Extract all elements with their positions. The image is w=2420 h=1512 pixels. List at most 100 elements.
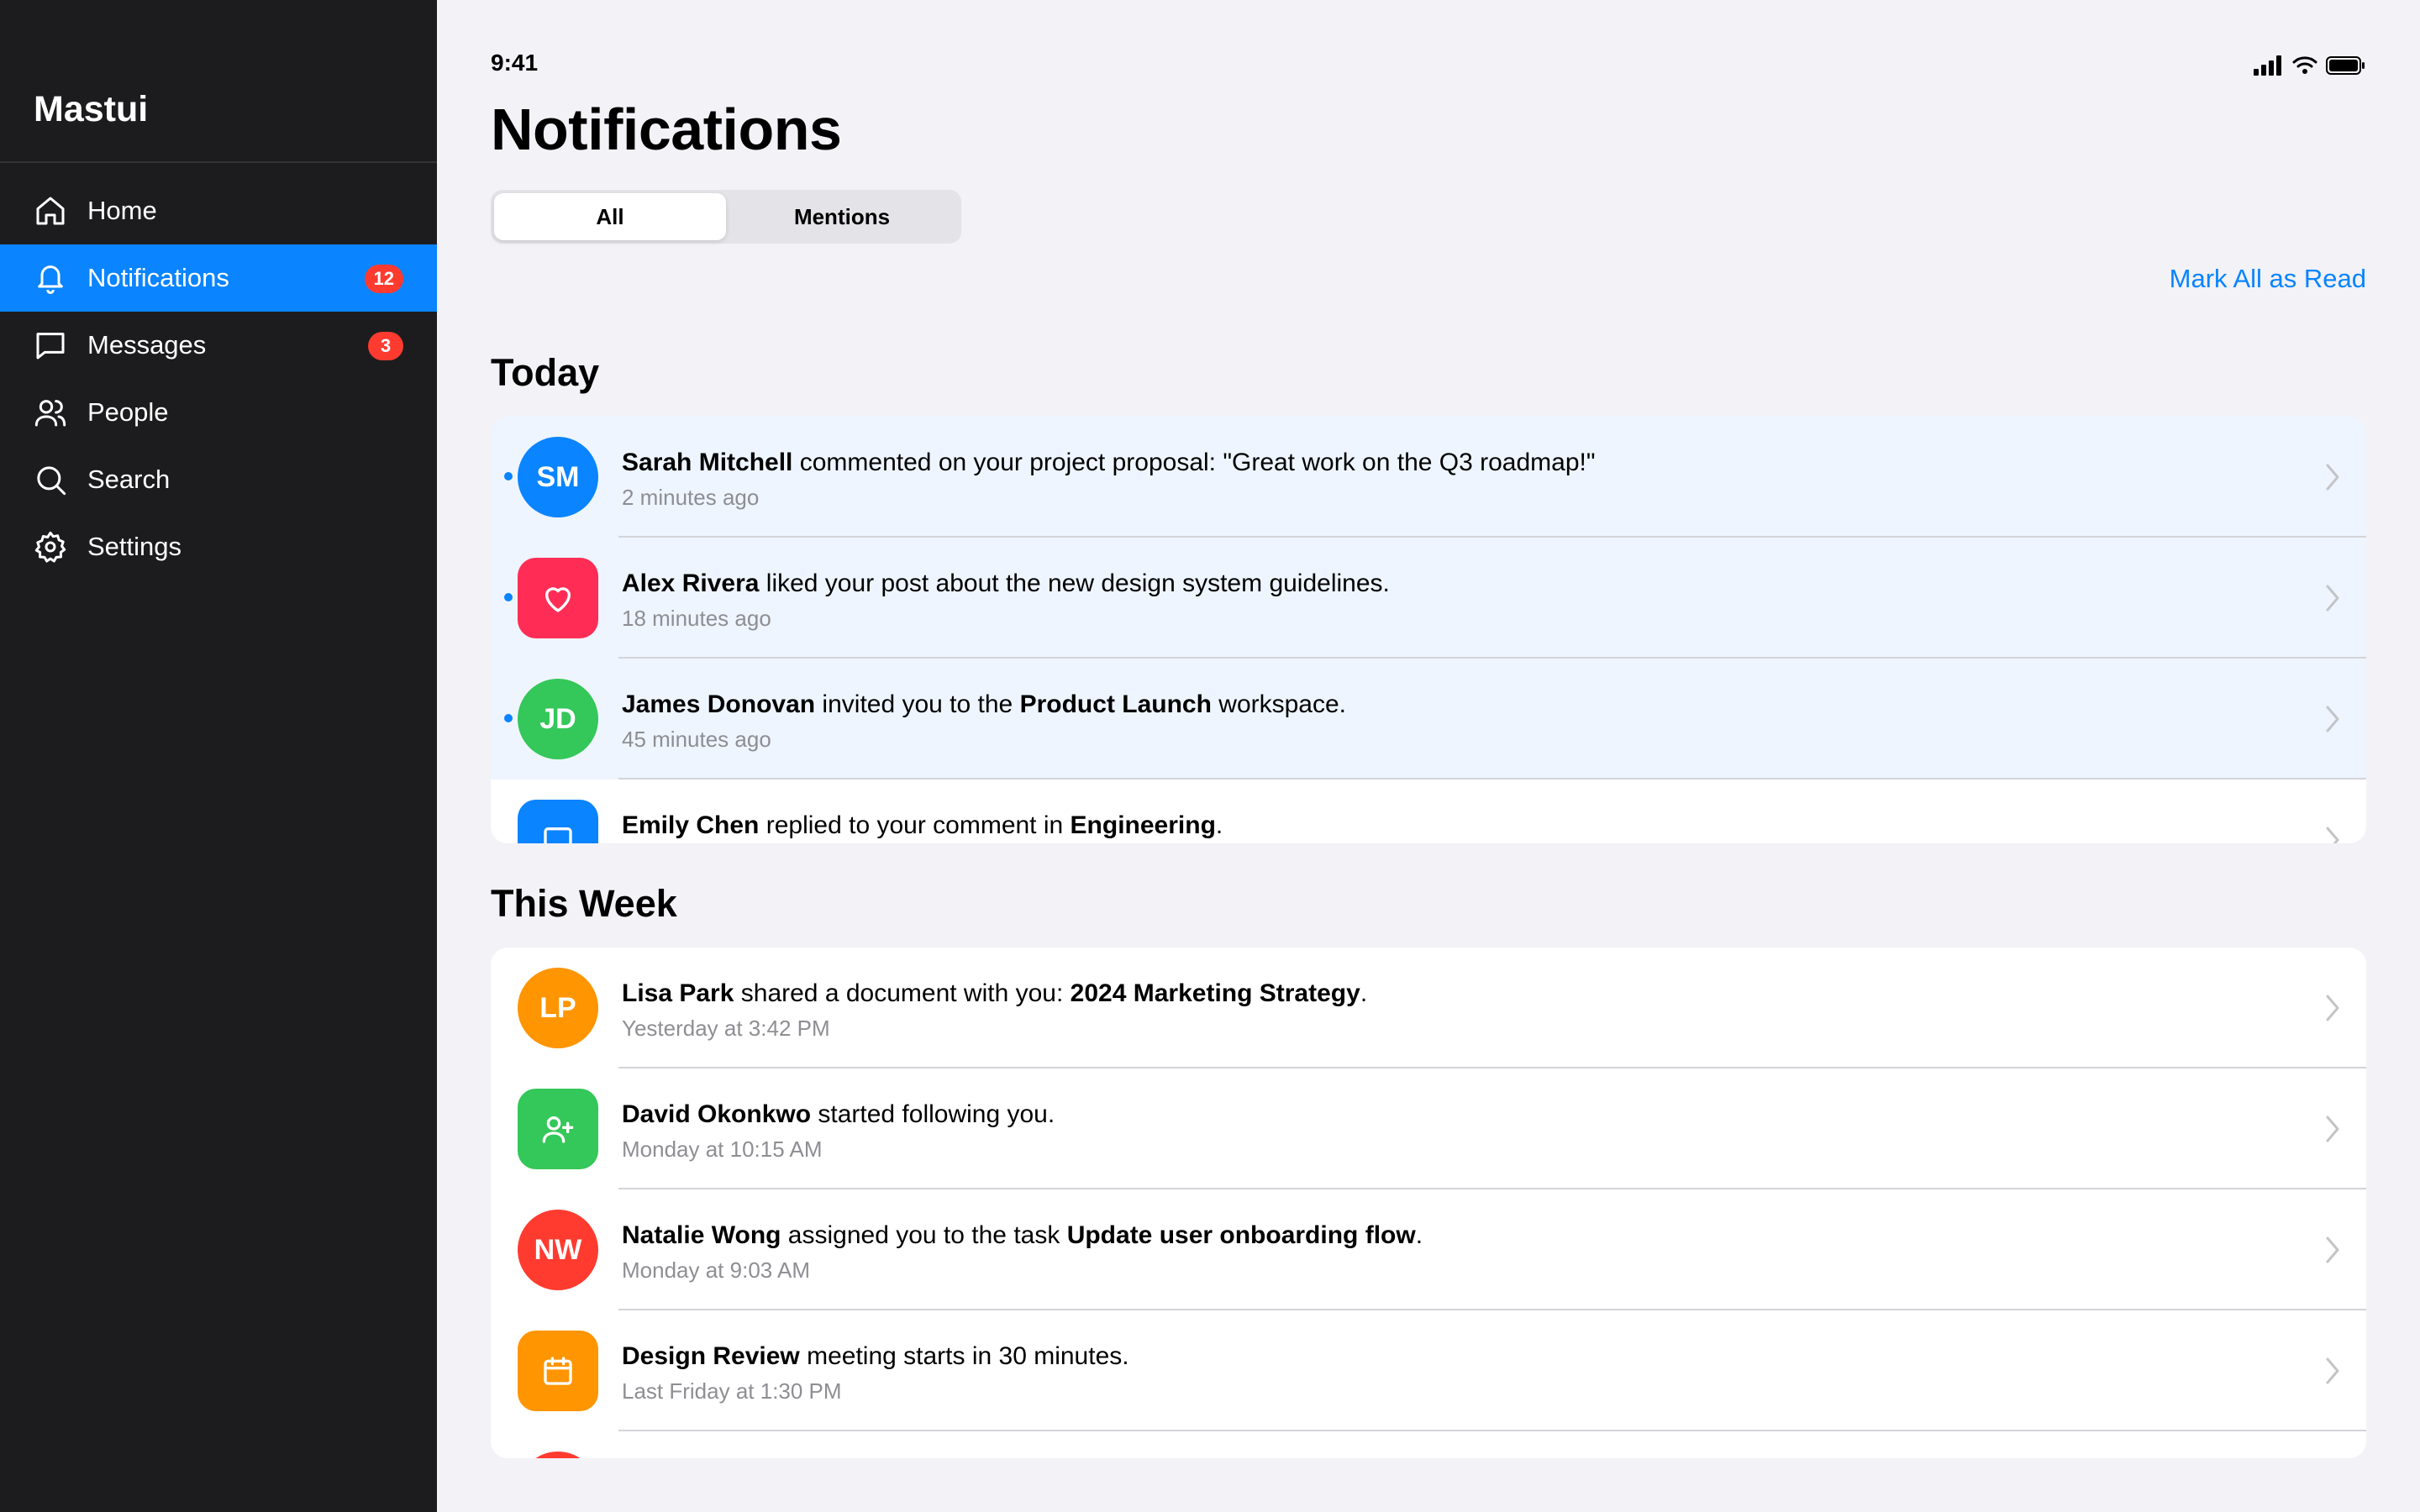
- chevron-right-icon: [2326, 585, 2339, 612]
- sidebar-item-search[interactable]: Search: [0, 446, 437, 513]
- task-name: Update user onboarding flow: [1066, 1221, 1416, 1249]
- notifications-badge: 12: [364, 265, 403, 293]
- notification-time: 18 minutes ago: [622, 606, 771, 631]
- notification-row[interactable]: Alex Rivera liked your post about the ne…: [491, 538, 2366, 659]
- chevron-right-icon: [2326, 464, 2339, 491]
- notification-row[interactable]: David Okonkwo started following you. Mon…: [491, 1068, 2366, 1189]
- notification-time: 2 minutes ago: [622, 485, 760, 510]
- unread-indicator: [504, 714, 513, 722]
- section-title-this-week: This Week: [491, 882, 677, 925]
- sidebar-nav: Home Notifications 12 Messages 3 People …: [0, 177, 437, 580]
- message-text: assigned you to the task: [781, 1221, 1067, 1249]
- today-list: SM Sarah Mitchell commented on your proj…: [491, 417, 2366, 843]
- actor-name: James Donovan: [622, 690, 816, 718]
- notification-row[interactable]: Design Review meeting starts in 30 minut…: [491, 1310, 2366, 1431]
- message-text: invited you to the: [815, 690, 1020, 718]
- sidebar-item-label: Notifications: [87, 263, 229, 292]
- actor-name: Sarah Mitchell: [622, 449, 793, 476]
- wifi-icon: [2292, 56, 2317, 74]
- avatar: [518, 800, 598, 843]
- message-text-end: workspace.: [1211, 690, 1347, 718]
- filter-segmented-control: All Mentions: [491, 190, 961, 244]
- message-text-end: .: [1215, 811, 1223, 839]
- sidebar-item-label: People: [87, 397, 169, 427]
- avatar: JD: [518, 679, 598, 759]
- chevron-right-icon: [2326, 827, 2339, 843]
- page-title: Notifications: [491, 97, 842, 162]
- tab-mentions[interactable]: Mentions: [726, 193, 958, 240]
- avatar: [518, 558, 598, 638]
- status-icons: [2254, 55, 2366, 76]
- notification-row[interactable]: LP Lisa Park shared a document with you:…: [491, 948, 2366, 1068]
- notification-time: Monday at 10:15 AM: [622, 1137, 823, 1162]
- channel-name: Engineering: [1070, 811, 1216, 839]
- message-text: commented on your project proposal: "Gre…: [792, 449, 1596, 476]
- chevron-right-icon: [2326, 1116, 2339, 1142]
- brand-title: Mastui: [34, 89, 149, 129]
- unread-indicator: [504, 472, 513, 480]
- cellular-signal-icon: [2254, 55, 2281, 76]
- unread-indicator: [504, 593, 513, 601]
- notification-row[interactable]: JD James Donovan invited you to the Prod…: [491, 659, 2366, 780]
- notification-row[interactable]: NW Natalie Wong assigned you to the task…: [491, 1189, 2366, 1310]
- sidebar-item-label: Search: [87, 465, 171, 494]
- message-text: replied to your comment in: [759, 811, 1071, 839]
- home-icon: [34, 194, 67, 228]
- notification-text: Lisa Park shared a document with you: 20…: [622, 978, 1367, 1010]
- people-icon: [34, 396, 67, 429]
- this-week-list: LP Lisa Park shared a document with you:…: [491, 948, 2366, 1458]
- avatar: [518, 1089, 598, 1169]
- avatar: [518, 1331, 598, 1411]
- actor-name: Design Review: [622, 1342, 800, 1370]
- message-text: meeting starts in 30 minutes.: [799, 1342, 1129, 1370]
- reply-icon: [544, 827, 572, 843]
- actor-name: David Okonkwo: [622, 1100, 812, 1128]
- notification-row[interactable]: [491, 1431, 2366, 1458]
- bell-icon: [34, 261, 67, 295]
- messages-badge: 3: [368, 332, 403, 360]
- chevron-right-icon: [2326, 995, 2339, 1021]
- sidebar: Mastui Home Notifications 12 Messages 3 …: [0, 0, 437, 1512]
- sidebar-item-home[interactable]: Home: [0, 177, 437, 244]
- notification-text: Design Review meeting starts in 30 minut…: [622, 1341, 1129, 1373]
- notification-text: Natalie Wong assigned you to the task Up…: [622, 1220, 1423, 1252]
- sidebar-item-people[interactable]: People: [0, 379, 437, 446]
- heart-icon: [545, 587, 571, 612]
- sidebar-item-messages[interactable]: Messages 3: [0, 312, 437, 379]
- calendar-icon: [544, 1357, 572, 1385]
- actor-name: Emily Chen: [622, 811, 760, 839]
- mark-all-read-button[interactable]: Mark All as Read: [2170, 264, 2366, 294]
- document-name: 2024 Marketing Strategy: [1070, 979, 1360, 1007]
- notification-text: Alex Rivera liked your post about the ne…: [622, 568, 1390, 600]
- sidebar-item-label: Settings: [87, 532, 182, 561]
- notification-time: 45 minutes ago: [622, 727, 771, 752]
- chevron-right-icon: [2326, 1236, 2339, 1263]
- avatar: LP: [518, 968, 598, 1048]
- notification-row[interactable]: SM Sarah Mitchell commented on your proj…: [491, 417, 2366, 538]
- actor-name: Lisa Park: [622, 979, 734, 1007]
- workspace-name: Product Launch: [1019, 690, 1212, 718]
- sidebar-item-notifications[interactable]: Notifications 12: [0, 244, 437, 312]
- chevron-right-icon: [2326, 1357, 2339, 1384]
- avatar: [518, 1452, 598, 1458]
- tab-all[interactable]: All: [494, 193, 726, 240]
- sidebar-item-label: Home: [87, 196, 157, 225]
- sidebar-item-settings[interactable]: Settings: [0, 513, 437, 580]
- notification-text: James Donovan invited you to the Product…: [622, 689, 1346, 721]
- message-text-end: .: [1415, 1221, 1423, 1249]
- search-icon: [34, 463, 67, 496]
- chevron-right-icon: [2326, 706, 2339, 732]
- notification-text: David Okonkwo started following you.: [622, 1099, 1055, 1131]
- notification-time: Yesterday at 3:42 PM: [622, 1016, 830, 1041]
- notification-row[interactable]: Emily Chen replied to your comment in En…: [491, 780, 2366, 843]
- notification-time: Last Friday at 1:30 PM: [622, 1378, 842, 1404]
- gear-icon: [34, 530, 67, 564]
- battery-icon: [2326, 56, 2365, 75]
- actor-name: Natalie Wong: [622, 1221, 781, 1249]
- sidebar-item-label: Messages: [87, 330, 207, 360]
- section-title-today: Today: [491, 351, 600, 394]
- sidebar-divider: [0, 161, 437, 163]
- notification-time: Monday at 9:03 AM: [622, 1257, 811, 1283]
- notification-text: Emily Chen replied to your comment in En…: [622, 810, 1223, 842]
- avatar: NW: [518, 1210, 598, 1290]
